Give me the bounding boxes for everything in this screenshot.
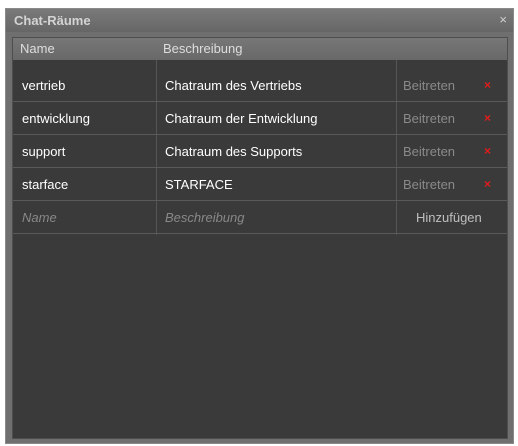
close-icon[interactable]: × bbox=[499, 12, 507, 27]
table-row: vertrieb Chatraum des Vertriebs Beitrete… bbox=[13, 69, 507, 102]
join-button[interactable]: Beitreten bbox=[403, 78, 455, 93]
delete-icon[interactable]: × bbox=[484, 144, 491, 158]
window-title: Chat-Räume bbox=[14, 13, 91, 28]
join-button[interactable]: Beitreten bbox=[403, 111, 455, 126]
new-room-row: Name Beschreibung Hinzufügen bbox=[13, 201, 507, 234]
delete-icon[interactable]: × bbox=[484, 78, 491, 92]
delete-icon[interactable]: × bbox=[484, 177, 491, 191]
header-name: Name bbox=[20, 41, 55, 56]
join-button[interactable]: Beitreten bbox=[403, 144, 455, 159]
header-description: Beschreibung bbox=[163, 41, 243, 56]
add-room-button[interactable]: Hinzufügen bbox=[416, 210, 482, 225]
table-row: entwicklung Chatraum der Entwicklung Bei… bbox=[13, 102, 507, 135]
room-name: entwicklung bbox=[22, 111, 90, 126]
new-room-description-input[interactable]: Beschreibung bbox=[165, 210, 245, 225]
room-description: STARFACE bbox=[165, 177, 233, 192]
delete-icon[interactable]: × bbox=[484, 111, 491, 125]
room-name: support bbox=[22, 144, 66, 159]
room-description: Chatraum des Supports bbox=[165, 144, 303, 159]
table-row: starface STARFACE Beitreten × bbox=[13, 168, 507, 201]
join-button[interactable]: Beitreten bbox=[403, 177, 455, 192]
table-row: support Chatraum des Supports Beitreten … bbox=[13, 135, 507, 168]
title-bar[interactable]: Chat-Räume × bbox=[6, 9, 513, 32]
room-description: Chatraum der Entwicklung bbox=[165, 111, 318, 126]
table-header: Name Beschreibung bbox=[13, 38, 507, 60]
chat-rooms-window: Chat-Räume × Name Beschreibung vertrieb … bbox=[5, 8, 514, 444]
room-name: starface bbox=[22, 177, 69, 192]
room-description: Chatraum des Vertriebs bbox=[165, 78, 302, 93]
new-room-name-input[interactable]: Name bbox=[22, 210, 57, 225]
rooms-table: Name Beschreibung vertrieb Chatraum des … bbox=[12, 37, 508, 439]
room-name: vertrieb bbox=[22, 78, 66, 93]
